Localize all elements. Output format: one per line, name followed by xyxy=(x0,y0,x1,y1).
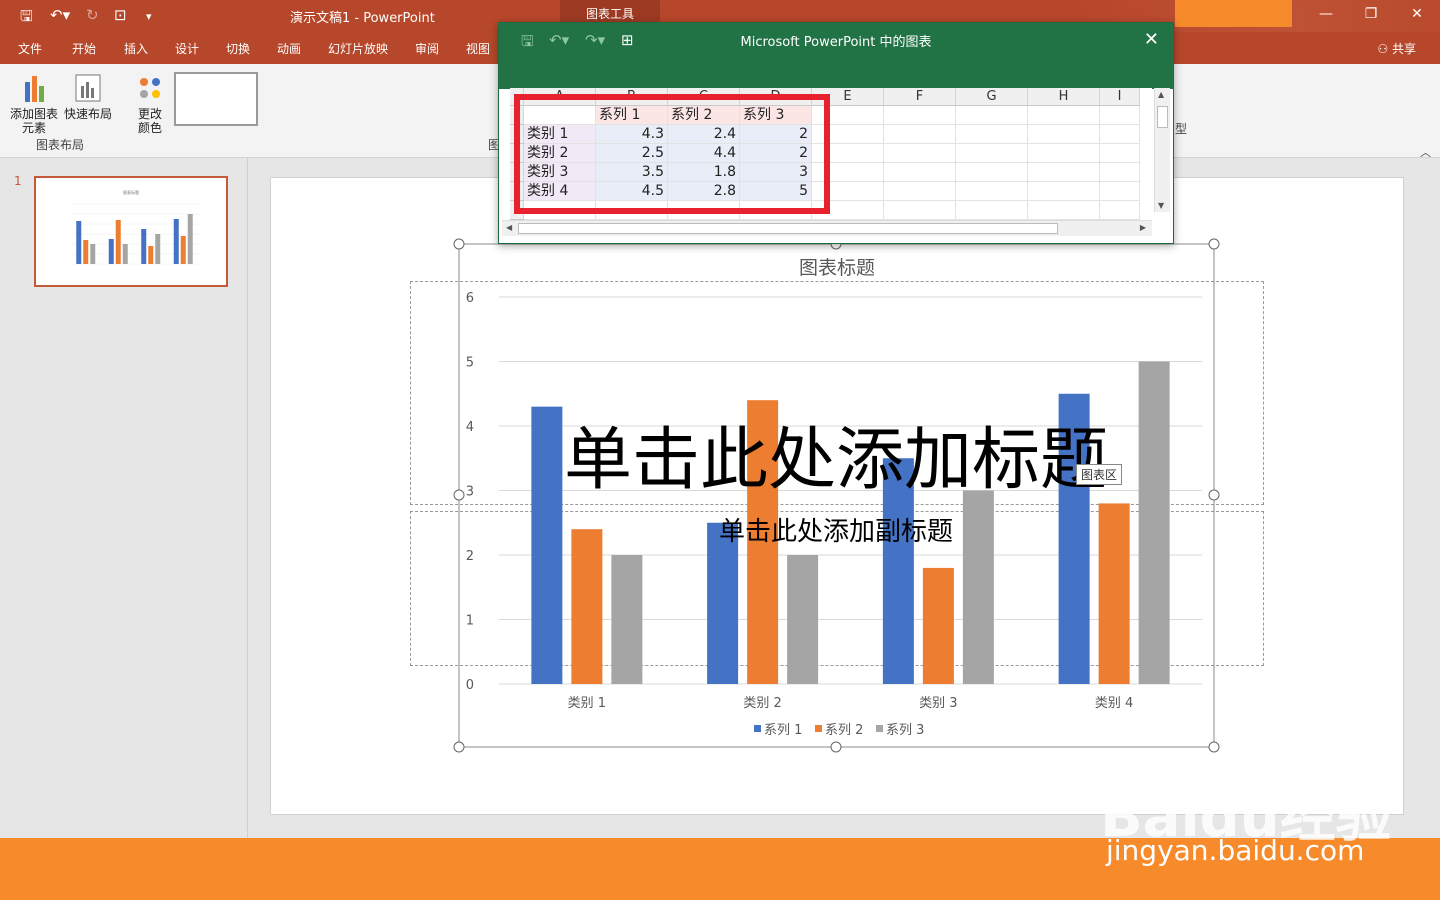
bar xyxy=(922,567,954,684)
spreadsheet-cell[interactable] xyxy=(884,106,956,125)
scroll-right-icon[interactable]: ▶ xyxy=(1140,223,1146,232)
column-header[interactable]: F xyxy=(884,88,956,106)
xl-close-icon[interactable]: ✕ xyxy=(1144,29,1159,50)
chart-title[interactable]: 图表标题 xyxy=(799,257,875,279)
spreadsheet-cell[interactable] xyxy=(884,201,956,220)
spreadsheet-cell[interactable] xyxy=(956,144,1028,163)
resize-handle xyxy=(1208,489,1220,501)
x-tick-label: 类别 2 xyxy=(743,696,781,711)
y-tick-label: 6 xyxy=(466,291,474,306)
spreadsheet-cell[interactable] xyxy=(1100,201,1140,220)
y-tick-label: 1 xyxy=(466,614,474,629)
scroll-thumb[interactable] xyxy=(1157,106,1168,128)
y-axis: 0 1 2 3 4 5 6 xyxy=(466,291,474,693)
y-tick-label: 5 xyxy=(466,356,474,371)
column-header[interactable]: G xyxy=(956,88,1028,106)
bar xyxy=(571,529,603,684)
spreadsheet-cell[interactable] xyxy=(1100,163,1140,182)
bar xyxy=(531,406,563,684)
bar xyxy=(1138,361,1170,684)
chart-data-window-header: 🖫 ↶▾ ↷▾ ⊞ Microsoft PowerPoint 中的图表 ✕ xyxy=(499,23,1173,89)
spreadsheet-cell[interactable] xyxy=(956,125,1028,144)
y-tick-label: 4 xyxy=(466,420,474,435)
spreadsheet-cell[interactable] xyxy=(1100,144,1140,163)
h-scroll-thumb[interactable] xyxy=(518,223,1058,234)
bar xyxy=(787,555,819,684)
scroll-down-icon[interactable]: ▼ xyxy=(1158,201,1164,210)
horizontal-scrollbar[interactable]: ◀ ▶ xyxy=(502,220,1152,236)
watermark-url: jingyan.baidu.com xyxy=(1106,834,1365,867)
spreadsheet-cell[interactable] xyxy=(884,125,956,144)
subtitle-placeholder-text: 单击此处添加副标题 xyxy=(719,517,953,547)
scroll-left-icon[interactable]: ◀ xyxy=(506,223,512,232)
y-tick-label: 0 xyxy=(466,678,474,693)
x-axis: 类别 1 类别 2 类别 3 类别 4 xyxy=(568,696,1134,711)
legend[interactable]: 系列 1 系列 2 系列 3 xyxy=(754,723,924,738)
chart-area-tooltip: 图表区 xyxy=(1076,464,1123,485)
legend-entry: 系列 2 xyxy=(825,723,863,738)
spreadsheet-cell[interactable] xyxy=(1028,106,1100,125)
legend-entry: 系列 1 xyxy=(764,723,802,738)
y-tick-label: 3 xyxy=(466,485,474,500)
bar xyxy=(962,490,994,684)
spreadsheet-cell[interactable] xyxy=(1100,182,1140,201)
spreadsheet-cell[interactable] xyxy=(1028,125,1100,144)
resize-handle xyxy=(453,741,465,753)
x-tick-label: 类别 1 xyxy=(568,696,606,711)
spreadsheet-cell[interactable] xyxy=(1028,182,1100,201)
resize-handle xyxy=(453,238,465,250)
spreadsheet-cell[interactable] xyxy=(884,144,956,163)
bar xyxy=(1098,503,1130,684)
resize-handle xyxy=(1208,741,1220,753)
spreadsheet-cell[interactable] xyxy=(956,106,1028,125)
spreadsheet-cell[interactable] xyxy=(1028,201,1100,220)
spreadsheet-cell[interactable] xyxy=(1100,125,1140,144)
vertical-scrollbar[interactable]: ▲ ▼ xyxy=(1154,88,1170,212)
spreadsheet-cell[interactable] xyxy=(956,163,1028,182)
legend-swatch xyxy=(876,725,883,732)
x-tick-label: 类别 3 xyxy=(919,696,957,711)
column-header[interactable]: H xyxy=(1028,88,1100,106)
spreadsheet-cell[interactable] xyxy=(956,201,1028,220)
spreadsheet-cell[interactable] xyxy=(956,182,1028,201)
legend-swatch xyxy=(815,725,822,732)
y-tick-label: 2 xyxy=(466,549,474,564)
title-placeholder-text: 单击此处添加标题 xyxy=(564,421,1108,500)
placeholder-text: 单击此处添加标题 单击此处添加副标题 xyxy=(564,421,1108,547)
resize-handle xyxy=(830,741,842,753)
resize-handle xyxy=(1208,238,1220,250)
scroll-up-icon[interactable]: ▲ xyxy=(1158,90,1164,99)
spreadsheet-cell[interactable] xyxy=(1028,163,1100,182)
bar xyxy=(611,555,643,684)
spreadsheet-cell[interactable] xyxy=(1100,106,1140,125)
highlight-box xyxy=(514,94,830,214)
chart-data-window-title: Microsoft PowerPoint 中的图表 xyxy=(740,35,932,50)
spreadsheet-cell[interactable] xyxy=(1028,144,1100,163)
column-header[interactable]: I xyxy=(1100,88,1140,106)
legend-entry: 系列 3 xyxy=(886,723,924,738)
spreadsheet-cell[interactable] xyxy=(884,182,956,201)
spreadsheet-cell[interactable] xyxy=(884,163,956,182)
x-tick-label: 类别 4 xyxy=(1095,696,1133,711)
resize-handle xyxy=(453,489,465,501)
legend-swatch xyxy=(754,725,761,732)
